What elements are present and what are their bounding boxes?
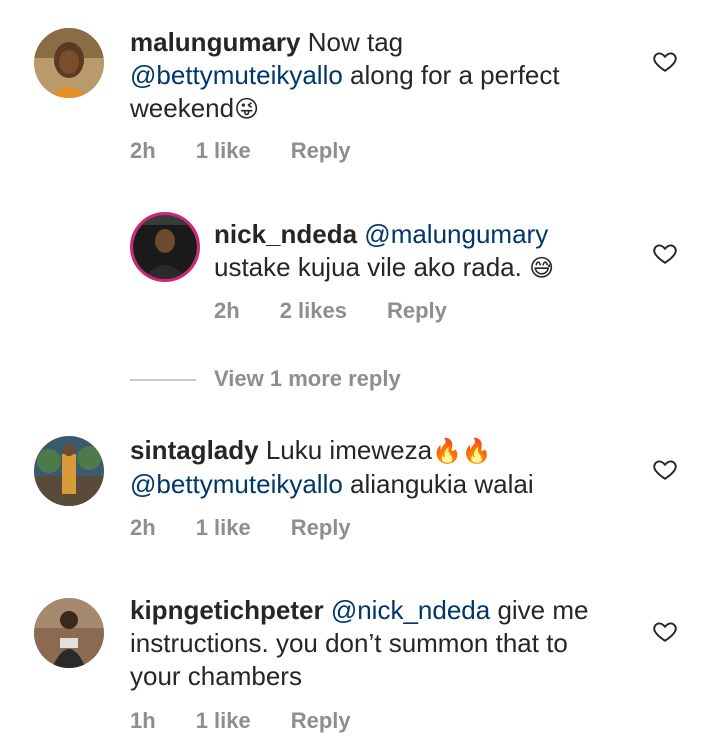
heart-outline-icon[interactable]	[652, 618, 678, 644]
timestamp: 2h	[214, 298, 240, 323]
comment-meta: 2h 1 like Reply	[130, 138, 391, 164]
username[interactable]: sintaglady	[130, 435, 259, 465]
reply-button[interactable]: Reply	[291, 708, 351, 734]
avatar[interactable]	[34, 436, 104, 506]
likes-count[interactable]: 2 likes	[280, 298, 347, 324]
heart-outline-icon[interactable]	[652, 48, 678, 74]
comment-text: malungumary Now tag @bettymuteikyallo al…	[130, 27, 560, 123]
avatar[interactable]	[130, 212, 200, 282]
mention-link[interactable]: @bettymuteikyallo	[130, 60, 343, 90]
reply-button[interactable]: Reply	[291, 515, 351, 541]
comment-text: kipngetichpeter @nick_ndeda give me inst…	[130, 595, 589, 691]
timestamp: 2h	[130, 515, 156, 540]
timestamp: 2h	[130, 138, 156, 163]
avatar[interactable]	[34, 598, 104, 668]
heart-outline-icon[interactable]	[652, 240, 678, 266]
username[interactable]: nick_ndeda	[214, 219, 357, 249]
view-more-label[interactable]: View 1 more reply	[214, 366, 401, 392]
mention-link[interactable]: @malungumary	[364, 219, 548, 249]
likes-count[interactable]: 1 like	[196, 138, 251, 164]
avatar[interactable]	[34, 28, 104, 98]
comment-text: sintaglady Luku imeweza🔥🔥 @bettymuteikya…	[130, 435, 534, 499]
likes-count[interactable]: 1 like	[196, 515, 251, 541]
mention-link[interactable]: @nick_ndeda	[331, 595, 490, 625]
username[interactable]: malungumary	[130, 27, 301, 57]
comment-meta: 2h 1 like Reply	[130, 515, 391, 541]
username[interactable]: kipngetichpeter	[130, 595, 324, 625]
mention-link[interactable]: @bettymuteikyallo	[130, 469, 343, 499]
emoji: 😅	[529, 254, 555, 282]
timestamp: 1h	[130, 708, 156, 733]
comment-text: nick_ndeda @malungumary ustake kujua vil…	[214, 219, 555, 282]
divider	[130, 379, 196, 381]
comment-meta: 2h 2 likes Reply	[214, 298, 487, 324]
fire-emoji: 🔥🔥	[432, 437, 492, 465]
reply-button[interactable]: Reply	[387, 298, 447, 324]
comment-meta: 1h 1 like Reply	[130, 708, 391, 734]
emoji: 😜	[234, 95, 260, 123]
reply-button[interactable]: Reply	[291, 138, 351, 164]
likes-count[interactable]: 1 like	[196, 708, 251, 734]
heart-outline-icon[interactable]	[652, 456, 678, 482]
view-more-replies[interactable]: View 1 more reply	[130, 366, 530, 396]
